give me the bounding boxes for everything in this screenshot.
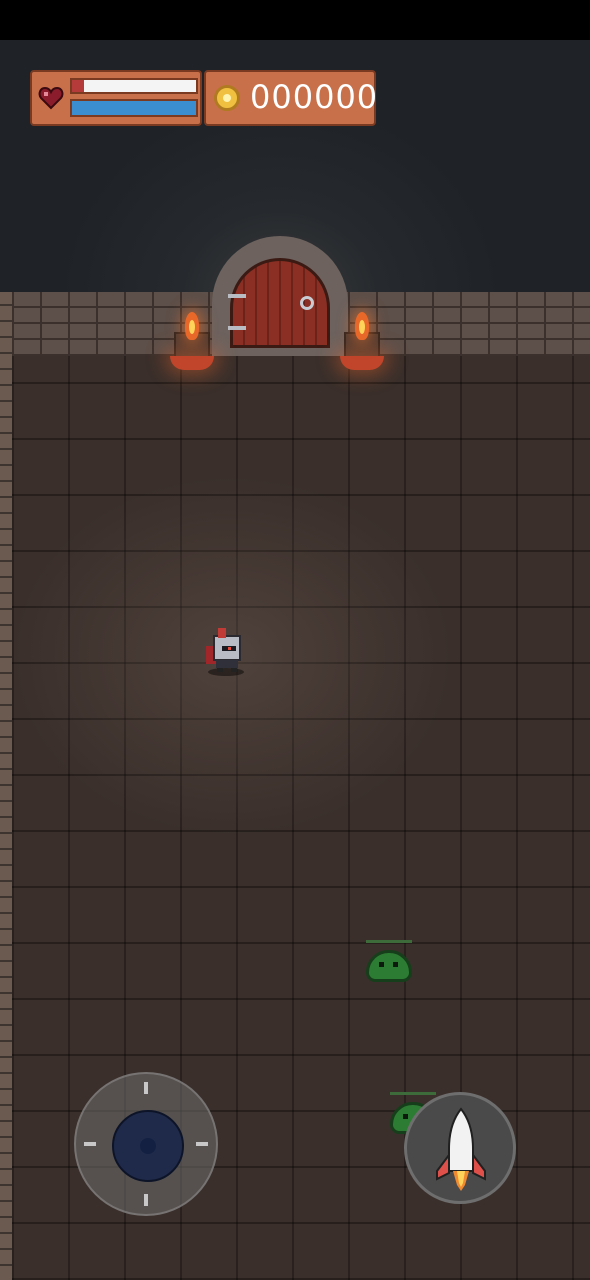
mana-bar: [70, 99, 198, 117]
player-knight: [206, 628, 244, 676]
left-wall: [0, 292, 12, 1280]
enemy-health-bar: [390, 1092, 436, 1095]
vitals-panel: [30, 70, 202, 126]
door-hinge: [228, 326, 246, 330]
movement-joystick[interactable]: [74, 1072, 218, 1216]
health-bar-lost: [72, 80, 85, 92]
door-knocker-icon: [300, 296, 314, 310]
fire-button[interactable]: [404, 1092, 516, 1204]
coins-panel: 000000: [204, 70, 379, 126]
torch-left: [170, 312, 214, 370]
heart-icon: [38, 86, 64, 110]
slime-enemy: [366, 940, 414, 982]
torch-right: [340, 312, 384, 370]
enemy-health-bar: [366, 940, 412, 943]
rocket-icon: [436, 1107, 486, 1191]
coin-count: 000000: [250, 78, 379, 116]
coin-icon: [214, 85, 240, 111]
health-bar: [70, 78, 198, 94]
dungeon-door[interactable]: [230, 258, 330, 348]
door-hinge: [228, 294, 246, 298]
status-bar: [0, 0, 590, 40]
joystick-knob[interactable]: [112, 1110, 184, 1182]
